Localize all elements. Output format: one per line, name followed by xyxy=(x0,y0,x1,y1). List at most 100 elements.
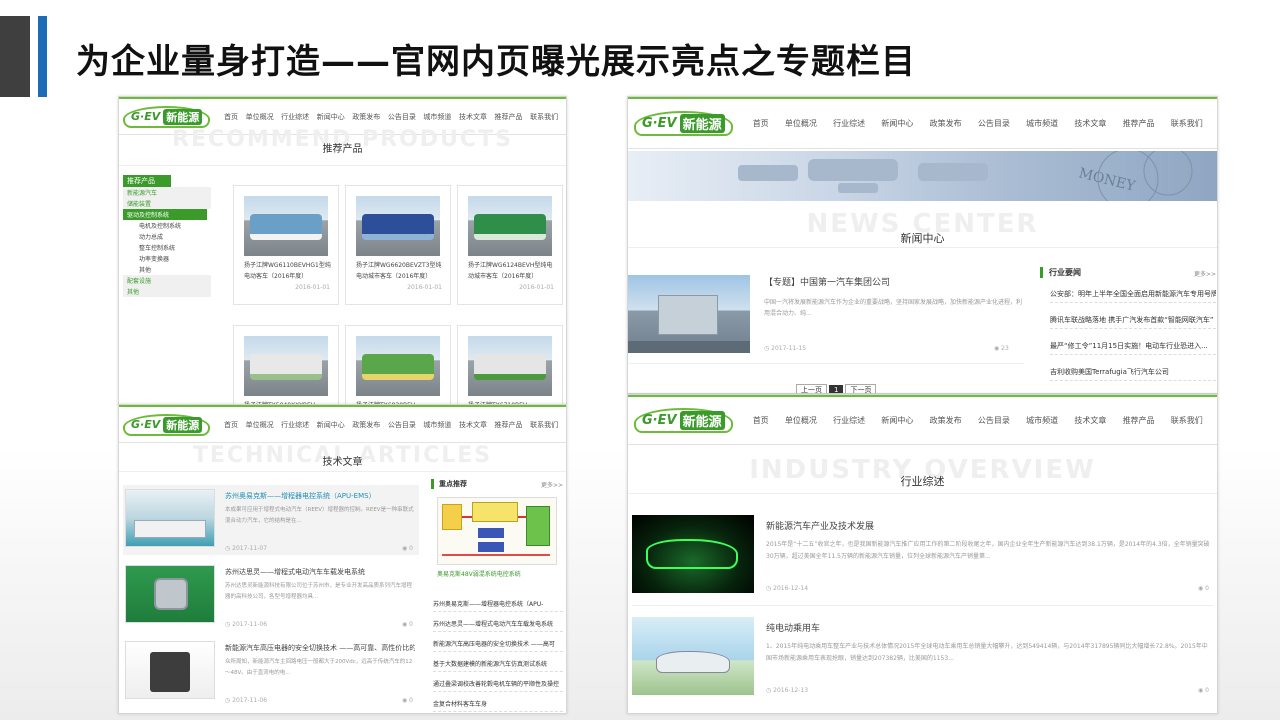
site-logo[interactable]: G·EV 新能源 xyxy=(634,408,733,433)
article-thumbnail[interactable] xyxy=(125,489,215,547)
nav-item[interactable]: 单位概况 xyxy=(246,112,274,122)
nav-item[interactable]: 新闻中心 xyxy=(881,415,913,426)
nav-item[interactable]: 公告目录 xyxy=(388,112,416,122)
tech-article-row[interactable]: 苏州达思灵——增程式电动汽车车载发电系统 苏州达思灵新能源科技有限公司位于苏州市，… xyxy=(123,561,419,631)
sidebar-item[interactable]: 动力总成 xyxy=(123,231,211,242)
nav-item[interactable]: 首页 xyxy=(753,415,769,426)
nav-item[interactable]: 行业综述 xyxy=(281,420,309,430)
nav-item[interactable]: 行业综述 xyxy=(833,415,865,426)
next-page-button[interactable]: 下一页 xyxy=(845,384,877,393)
nav-item[interactable]: 公告目录 xyxy=(978,118,1010,129)
nav-item[interactable]: 新闻中心 xyxy=(317,420,345,430)
more-link[interactable]: 更多>> xyxy=(1194,269,1216,278)
sidebar-item[interactable]: 配套设施 xyxy=(123,275,211,286)
article-title[interactable]: 苏州奥易克斯——增程器电控系统（APU-EMS） xyxy=(225,491,415,501)
nav-item[interactable]: 推荐产品 xyxy=(495,112,523,122)
featured-item[interactable]: 通过叠梁调校改善轮毂电机车辆的平顺性及操控 xyxy=(433,679,563,692)
nav-item[interactable]: 联系我们 xyxy=(530,112,558,122)
nav-item[interactable]: 新闻中心 xyxy=(317,112,345,122)
nav-item[interactable]: 城市频道 xyxy=(1026,118,1058,129)
article-title[interactable]: 新能源汽车高压电器的安全切换技术 ——高可靠、高性价比的高压... xyxy=(225,643,415,653)
product-name[interactable]: 扬子江牌WG6620BEVZT3型纯电动城市客车（2016年度） xyxy=(356,260,444,282)
product-card[interactable]: 扬子江牌TX6830BEV xyxy=(345,325,451,405)
nav-item[interactable]: 联系我们 xyxy=(1171,415,1203,426)
nav-item[interactable]: 首页 xyxy=(753,118,769,129)
site-logo[interactable]: G·EV 新能源 xyxy=(634,111,733,136)
nav-item[interactable]: 行业综述 xyxy=(281,112,309,122)
article-thumbnail[interactable] xyxy=(632,515,754,593)
nav-item[interactable]: 技术文章 xyxy=(459,112,487,122)
nav-item[interactable]: 行业综述 xyxy=(833,118,865,129)
nav-item[interactable]: 单位概况 xyxy=(246,420,274,430)
page-1-button[interactable]: 1 xyxy=(829,385,844,393)
tech-article-row[interactable]: 新能源汽车高压电器的安全切换技术 ——高可靠、高性价比的高压... 众所周知，新能… xyxy=(123,637,419,707)
sidebar-item[interactable]: 电机及控制系统 xyxy=(123,220,211,231)
nav-item[interactable]: 城市频道 xyxy=(423,112,451,122)
product-image[interactable] xyxy=(468,336,552,396)
nav-item[interactable]: 公告目录 xyxy=(978,415,1010,426)
article-title[interactable]: 新能源汽车产业及技术发展 xyxy=(766,519,1206,532)
product-card[interactable]: 扬子江牌TX6710BEV xyxy=(457,325,563,405)
tech-article-row[interactable]: 苏州奥易克斯——增程器电控系统（APU-EMS） 本成果可应用于增程式电动汽车（R… xyxy=(123,485,419,555)
product-name[interactable]: 扬子江牌WG6124BEVH型纯电动城市客车（2016年度） xyxy=(468,260,556,282)
nav-item[interactable]: 公告目录 xyxy=(388,420,416,430)
sidebar-item[interactable]: 其他 xyxy=(123,286,211,297)
nav-item[interactable]: 新闻中心 xyxy=(881,118,913,129)
site-logo[interactable]: G·EV 新能源 xyxy=(123,105,211,128)
sidebar-item[interactable]: 驱动及控制系统 xyxy=(123,209,207,220)
product-image[interactable] xyxy=(244,336,328,396)
product-image[interactable] xyxy=(356,336,440,396)
sidebar-item[interactable]: 储能装置 xyxy=(123,198,211,209)
sidebar-item[interactable]: 功率变换器 xyxy=(123,253,211,264)
sidebar-item[interactable]: 新能源汽车 xyxy=(123,187,211,198)
nav-item[interactable]: 首页 xyxy=(224,420,238,430)
nav-item[interactable]: 政策发布 xyxy=(352,420,380,430)
product-card[interactable]: 扬子江牌WG6110BEVHG1型纯电动客车（2016年度） 2016-01-01 xyxy=(233,185,339,305)
featured-item[interactable]: 苏州达思灵——增程式电动汽车车载发电系统 xyxy=(433,619,563,632)
site-logo[interactable]: G·EV 新能源 xyxy=(123,413,211,436)
nav-item[interactable]: 首页 xyxy=(224,112,238,122)
sidebar-item[interactable]: 其他 xyxy=(123,264,211,275)
sidebar-item[interactable]: 整车控制系统 xyxy=(123,242,211,253)
article-thumbnail[interactable] xyxy=(125,565,215,623)
article-thumbnail[interactable] xyxy=(125,641,215,699)
nav-item[interactable]: 技术文章 xyxy=(459,420,487,430)
nav-item[interactable]: 技术文章 xyxy=(1074,118,1106,129)
nav-item[interactable]: 单位概况 xyxy=(785,415,817,426)
nav-item[interactable]: 政策发布 xyxy=(930,118,962,129)
article-title[interactable]: 苏州达思灵——增程式电动汽车车载发电系统 xyxy=(225,567,415,577)
nav-item[interactable]: 政策发布 xyxy=(930,415,962,426)
nav-item[interactable]: 推荐产品 xyxy=(495,420,523,430)
featured-item[interactable]: 金复合材料客车车身 xyxy=(433,699,563,712)
news-article-title[interactable]: 【专题】中国第一汽车集团公司 xyxy=(764,275,1024,288)
nav-item[interactable]: 推荐产品 xyxy=(1123,415,1155,426)
featured-item[interactable]: 新能源汽车高压电器的安全切换技术 ——高可 xyxy=(433,639,563,652)
industry-news-item[interactable]: 公安部：明年上半年全国全面启用新能源汽车专用号牌 xyxy=(1050,289,1216,303)
nav-item[interactable]: 城市频道 xyxy=(1026,415,1058,426)
industry-news-item[interactable]: 腾讯车联战略落地 携手广汽发布首款“智能网联汽车” xyxy=(1050,315,1216,329)
nav-item[interactable]: 推荐产品 xyxy=(1123,118,1155,129)
article-thumbnail[interactable] xyxy=(632,617,754,695)
product-card[interactable]: 扬子江牌WG6620BEVZT3型纯电动城市客车（2016年度） 2016-01-… xyxy=(345,185,451,305)
nav-item[interactable]: 联系我们 xyxy=(530,420,558,430)
system-diagram[interactable] xyxy=(437,497,557,565)
nav-item[interactable]: 单位概况 xyxy=(785,118,817,129)
product-name[interactable]: 扬子江牌WG6110BEVHG1型纯电动客车（2016年度） xyxy=(244,260,332,282)
news-thumbnail[interactable] xyxy=(628,275,750,353)
prev-page-button[interactable]: 上一页 xyxy=(796,384,827,393)
featured-item[interactable]: 苏州奥易克斯——增程器电控系统（APU- xyxy=(433,599,563,612)
nav-item[interactable]: 城市频道 xyxy=(423,420,451,430)
nav-item[interactable]: 联系我们 xyxy=(1171,118,1203,129)
product-card[interactable]: 扬子江牌TX5040XXYBEV xyxy=(233,325,339,405)
product-image[interactable] xyxy=(244,196,328,256)
product-image[interactable] xyxy=(468,196,552,256)
industry-news-item[interactable]: 最严“修工令”11月15日实施！电动车行业恐进入... xyxy=(1050,341,1216,355)
featured-item[interactable]: 基于大数据建模的新能源汽车仿真测试系统 xyxy=(433,659,563,672)
more-link[interactable]: 更多>> xyxy=(541,480,563,489)
product-image[interactable] xyxy=(356,196,440,256)
industry-news-item[interactable]: 吉利收购美国Terrafugia飞行汽车公司 xyxy=(1050,367,1216,381)
article-title[interactable]: 纯电动乘用车 xyxy=(766,621,1206,634)
nav-item[interactable]: 技术文章 xyxy=(1074,415,1106,426)
product-card[interactable]: 扬子江牌WG6124BEVH型纯电动城市客车（2016年度） 2016-01-01 xyxy=(457,185,563,305)
nav-item[interactable]: 政策发布 xyxy=(352,112,380,122)
